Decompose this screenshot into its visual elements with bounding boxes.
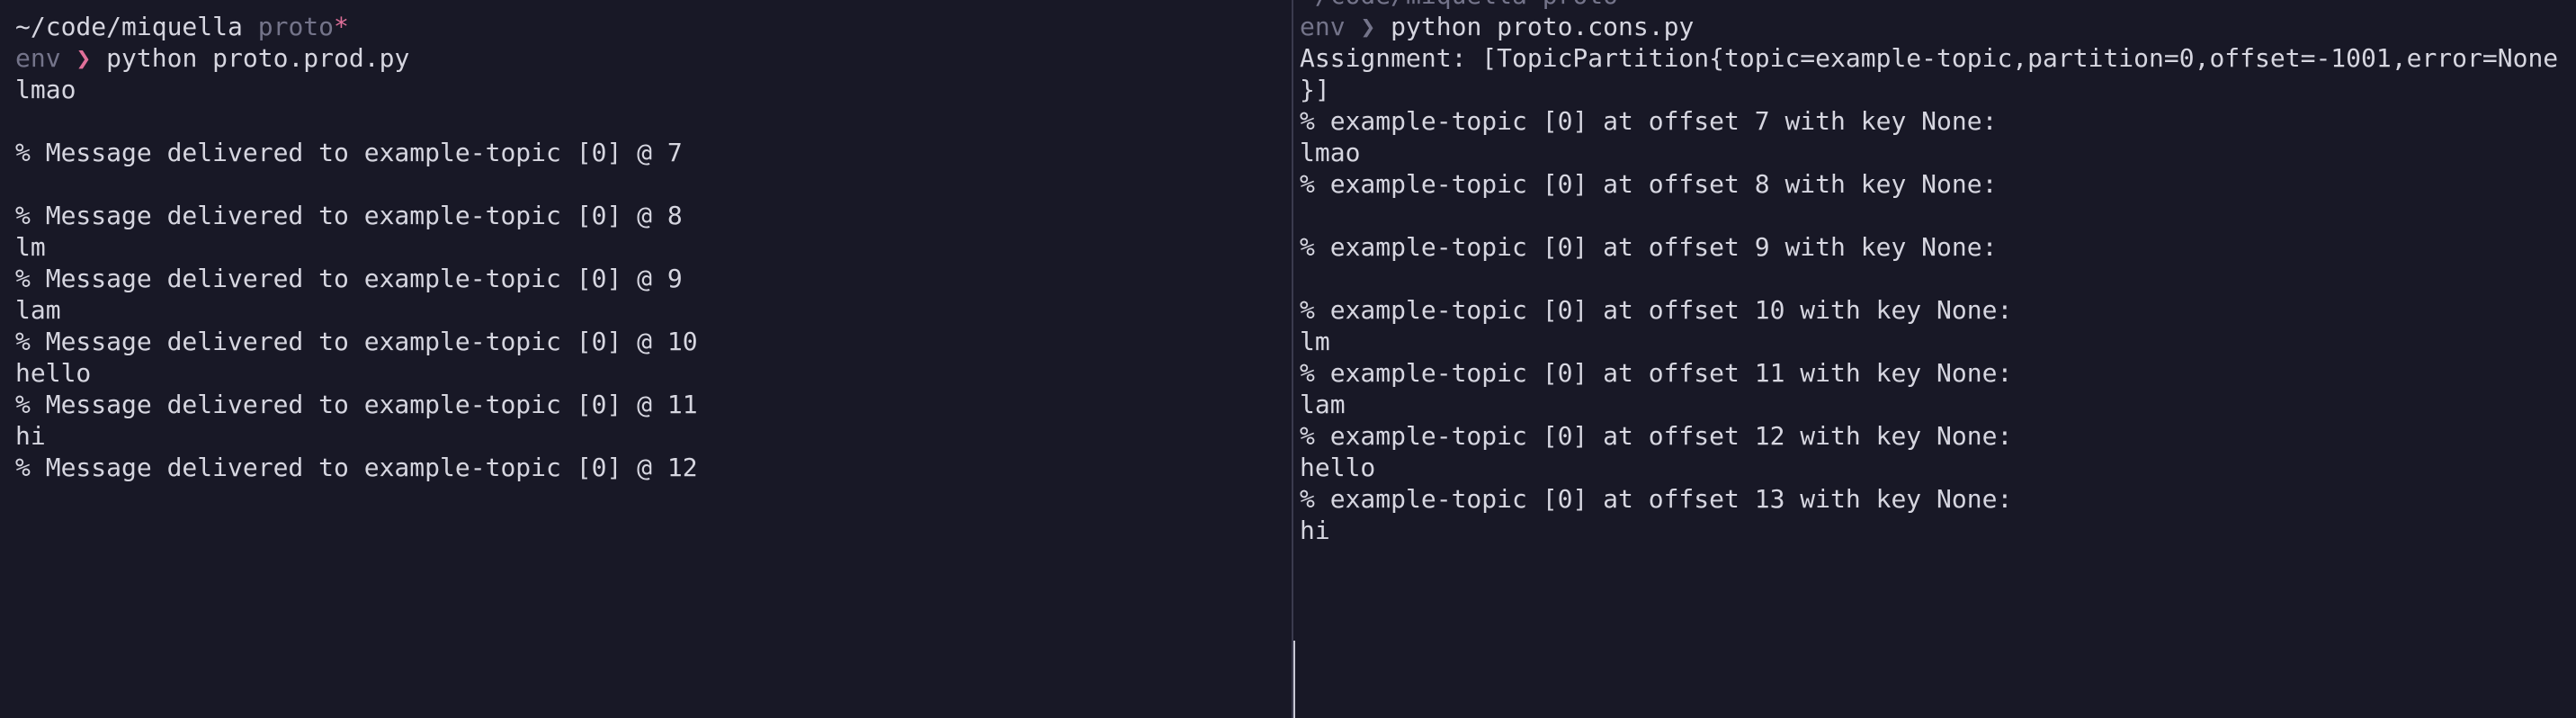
output-line: lmao	[15, 75, 76, 104]
output-line: }]	[1300, 75, 1330, 104]
output-line: % example-topic [0] at offset 8 with key…	[1300, 169, 1998, 199]
prompt-path-line: ~/code/miquella proto*	[15, 11, 1292, 42]
command-text: python proto.prod.py	[106, 43, 410, 73]
prompt-dirty-marker: *	[334, 12, 349, 41]
venv-label: env	[15, 43, 61, 73]
output-line: hello	[1300, 453, 1376, 482]
prompt-branch: proto	[1543, 0, 1618, 10]
prompt-path: ~/code/miquella	[1300, 0, 1527, 10]
output-line: Assignment: [TopicPartition{topic=exampl…	[1300, 43, 2559, 73]
prompt-chevron-icon: ❯	[76, 43, 92, 73]
prompt-path: ~/code/miquella	[15, 12, 243, 41]
output-line: % Message delivered to example-topic [0]…	[15, 138, 683, 167]
prompt-command-line: env ❯ python proto.prod.py	[15, 42, 1292, 74]
output-line: lmao	[1300, 138, 1361, 167]
output-line: lm	[1300, 327, 1330, 356]
output-line: % Message delivered to example-topic [0]…	[15, 390, 698, 419]
terminal-pane-consumer[interactable]: ~/code/miquella proto env ❯ python proto…	[1293, 0, 2576, 718]
prompt-chevron-icon: ❯	[1360, 12, 1376, 41]
output-line: lam	[1300, 390, 1346, 419]
output-line: hi	[1300, 516, 1330, 545]
output-line: lm	[15, 232, 46, 262]
output-line: % example-topic [0] at offset 10 with ke…	[1300, 295, 2013, 325]
output-line: % Message delivered to example-topic [0]…	[15, 201, 683, 230]
output-line: hi	[15, 421, 46, 451]
output-line: lam	[15, 295, 61, 325]
consumer-scrollback: ~/code/miquella proto env ❯ python proto…	[1293, 0, 2576, 546]
prompt-command-line: env ❯ python proto.cons.py	[1300, 11, 2576, 42]
output-line: % example-topic [0] at offset 9 with key…	[1300, 232, 1998, 262]
output-line: % example-topic [0] at offset 11 with ke…	[1300, 358, 2013, 388]
prompt-path-line: ~/code/miquella proto	[1300, 0, 2576, 11]
command-text: python proto.cons.py	[1391, 12, 1695, 41]
text-cursor	[1293, 641, 1295, 718]
output-line: % example-topic [0] at offset 13 with ke…	[1300, 484, 2013, 514]
terminal-window[interactable]: ~/code/miquella proto* env ❯ python prot…	[0, 0, 2576, 718]
output-line: % example-topic [0] at offset 7 with key…	[1300, 106, 1998, 136]
prompt-branch: proto	[257, 12, 335, 41]
output-line: % Message delivered to example-topic [0]…	[15, 453, 698, 482]
producer-scrollback: ~/code/miquella proto* env ❯ python prot…	[0, 11, 1292, 483]
terminal-pane-producer[interactable]: ~/code/miquella proto* env ❯ python prot…	[0, 0, 1292, 718]
output-line: % example-topic [0] at offset 12 with ke…	[1300, 421, 2013, 451]
output-line: % Message delivered to example-topic [0]…	[15, 327, 698, 356]
output-line: % Message delivered to example-topic [0]…	[15, 264, 683, 293]
venv-label: env	[1300, 12, 1346, 41]
output-line: hello	[15, 358, 92, 388]
